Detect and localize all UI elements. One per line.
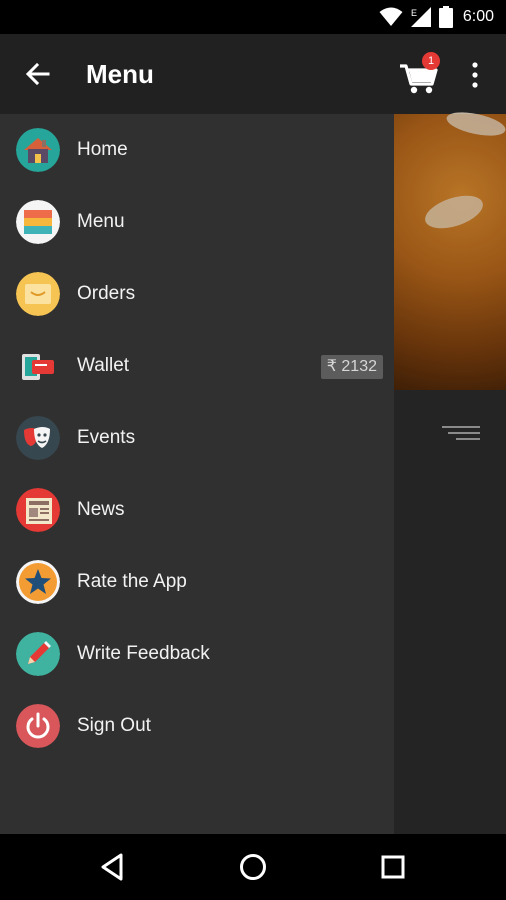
wallet-balance-badge: ₹ 2132 <box>320 355 383 379</box>
star-icon <box>16 560 60 604</box>
menu-stack-icon <box>16 200 60 244</box>
nav-back-button[interactable] <box>96 850 130 884</box>
nav-home-button[interactable] <box>236 850 270 884</box>
clock: 6:00 <box>462 8 494 25</box>
drawer-item-write-feedback[interactable]: Write Feedback <box>0 618 394 690</box>
drawer-item-news[interactable]: News <box>0 474 394 546</box>
sort-lines-icon[interactable] <box>440 426 480 442</box>
drawer-item-label: Rate the App <box>77 571 187 592</box>
system-nav-bar <box>0 834 506 900</box>
drawer-item-label: Events <box>77 427 136 448</box>
drawer-item-sign-out[interactable]: Sign Out <box>0 690 394 762</box>
pencil-icon <box>16 632 60 676</box>
toolbar-title: Menu <box>86 59 154 89</box>
drawer-item-menu[interactable]: Menu <box>0 186 394 258</box>
cart-count-badge: 1 <box>422 52 440 70</box>
signal-icon: E <box>410 7 431 27</box>
network-type-label: E <box>411 8 417 18</box>
status-icons: E 6:00 <box>379 6 494 28</box>
theater-masks-icon <box>16 416 60 460</box>
drawer-item-label: Menu <box>77 211 125 232</box>
power-icon <box>16 704 60 748</box>
drawer-item-rate-the-app[interactable]: Rate the App <box>0 546 394 618</box>
drawer-item-label: Home <box>77 139 128 160</box>
drawer-item-events[interactable]: Events <box>0 402 394 474</box>
back-arrow-icon <box>25 62 50 86</box>
app-toolbar: Menu 1 <box>0 34 506 114</box>
back-triangle-icon <box>101 853 123 881</box>
drawer-item-home[interactable]: Home <box>0 114 394 186</box>
drawer-item-orders[interactable]: Orders <box>0 258 394 330</box>
nav-recents-button[interactable] <box>376 850 410 884</box>
drawer-item-label: Orders <box>77 283 136 304</box>
food-image <box>394 107 506 390</box>
drawer-item-label: Write Feedback <box>77 643 210 664</box>
wallet-icon <box>16 344 60 388</box>
recents-square-icon <box>381 855 405 879</box>
drawer-item-wallet[interactable]: Wallet ₹ 2132 <box>0 330 394 402</box>
orders-box-icon <box>16 272 60 316</box>
overflow-menu-button[interactable] <box>466 58 484 92</box>
home-circle-icon <box>240 854 266 880</box>
home-icon <box>16 128 60 172</box>
drawer-item-label: Sign Out <box>77 715 151 736</box>
newspaper-icon <box>16 488 60 532</box>
wifi-icon <box>379 7 403 26</box>
background-content <box>394 107 506 834</box>
drawer-item-label: News <box>77 499 125 520</box>
cart-button[interactable]: 1 <box>396 52 442 98</box>
drawer-item-label: Wallet <box>77 355 130 376</box>
overflow-menu-icon <box>472 62 478 88</box>
battery-icon <box>438 6 453 28</box>
navigation-drawer: Home Menu Orders Wallet ₹ 2132 Events Ne… <box>0 114 394 834</box>
back-button[interactable] <box>20 56 56 92</box>
status-bar: E 6:00 <box>0 0 506 34</box>
